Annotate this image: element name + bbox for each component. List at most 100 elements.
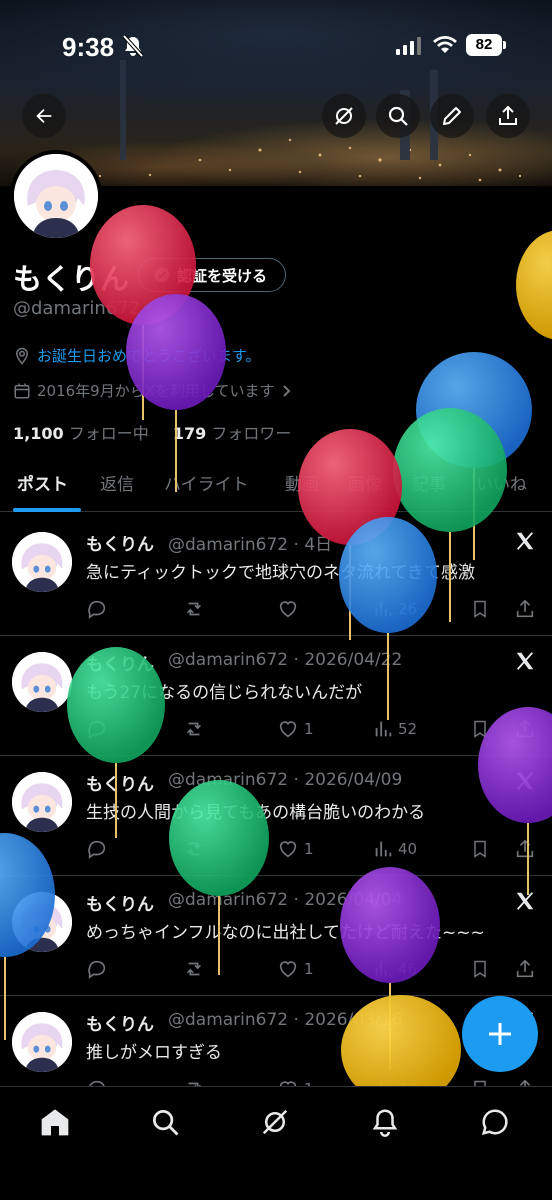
repost-button[interactable] (182, 958, 206, 980)
post-item[interactable]: もくりん @damarin672 · 4日 急にティックトックで地球穴のネタ流れてき… (0, 516, 552, 636)
tab-images[interactable]: 画像 (348, 470, 382, 495)
post-avatar[interactable] (12, 892, 72, 952)
reply-button[interactable] (86, 718, 108, 740)
edit-button[interactable] (430, 94, 474, 138)
compose-post-button[interactable] (462, 996, 538, 1072)
followers-link[interactable]: 179 フォロワー (173, 424, 292, 443)
views-button[interactable]: 52 (372, 718, 417, 740)
get-verified-label: 認証を受ける (177, 266, 268, 285)
reply-button[interactable] (86, 838, 108, 860)
post-author-name: もくりん (86, 895, 154, 915)
bookmark-button[interactable] (470, 598, 490, 620)
repost-icon (186, 722, 202, 736)
chat-bubble-icon (481, 1109, 508, 1136)
post-avatar[interactable] (12, 532, 72, 592)
like-count: 1 (304, 720, 314, 738)
reply-button[interactable] (86, 598, 108, 620)
bookmark-icon (474, 840, 486, 858)
like-button[interactable]: 1 (276, 718, 314, 740)
calendar-icon (14, 383, 30, 398)
like-count: 1 (304, 960, 314, 978)
like-button[interactable]: 1 (276, 838, 314, 860)
avatar-image (12, 652, 72, 712)
post-item[interactable]: もくりん @damarin672 · 2026/04/04 めっちゃインフルなのに出… (0, 876, 552, 996)
post-author-name: もくりん (86, 1015, 154, 1035)
post-item[interactable]: もくりん @damarin672 · 2026/04/09 生技の人間から見てもあの… (0, 756, 552, 876)
post-actions: 26 (86, 598, 546, 624)
nav-home[interactable] (38, 1105, 72, 1139)
repost-icon (186, 962, 202, 976)
views-button[interactable]: 26 (372, 598, 417, 620)
post-item[interactable]: もくりん @damarin672 · 2026/04/22 もう27になるの信じられ… (0, 636, 552, 756)
share-post-button[interactable] (514, 598, 536, 620)
repost-button[interactable] (182, 718, 206, 740)
tab-videos[interactable]: 動画 (285, 470, 319, 495)
tab-replies[interactable]: 返信 (100, 470, 134, 495)
post-avatar[interactable] (12, 1012, 72, 1072)
post-text: もう27になるの信じられないんだが (86, 683, 363, 703)
post-author-name: もくりん (86, 535, 154, 555)
view-count: 46 (398, 960, 418, 978)
nav-grok[interactable] (258, 1105, 292, 1139)
post-avatar[interactable] (12, 652, 72, 712)
search-icon (388, 106, 408, 126)
profile-handle: @damarin672 (13, 298, 141, 319)
following-count: 1,100 (13, 424, 64, 443)
view-count: 52 (398, 720, 418, 738)
repost-button[interactable] (182, 838, 206, 860)
battery-indicator: 82 (466, 34, 506, 56)
avatar-image (14, 154, 98, 238)
plus-icon (489, 1023, 511, 1045)
home-icon (41, 1109, 69, 1136)
following-link[interactable]: 1,100 フォロー中 (13, 424, 149, 443)
following-label: フォロー中 (68, 424, 149, 443)
nav-notifications[interactable] (368, 1105, 402, 1139)
wifi-icon (433, 36, 457, 53)
share-post-button[interactable] (514, 718, 536, 740)
bookmark-button[interactable] (470, 958, 490, 980)
joined-row[interactable]: 2016年9月からXを利用しています (13, 380, 293, 401)
bookmark-button[interactable] (470, 718, 490, 740)
heart-icon (279, 601, 297, 618)
share-icon (516, 599, 534, 618)
repost-button[interactable] (182, 598, 206, 620)
like-button[interactable] (276, 598, 304, 620)
reply-icon (88, 720, 106, 739)
tab-articles[interactable]: 記事 (412, 470, 446, 495)
bookmark-icon (474, 600, 486, 618)
views-chart-icon (375, 841, 392, 857)
avatar-image (12, 1012, 72, 1072)
profile-avatar[interactable] (10, 150, 102, 242)
reply-icon (88, 840, 106, 859)
post-actions: 1 46 (86, 958, 546, 984)
grok-button[interactable] (322, 94, 366, 138)
bookmark-button[interactable] (470, 838, 490, 860)
get-verified-button[interactable]: 認証を受ける (138, 258, 287, 292)
views-button[interactable]: 40 (372, 838, 417, 860)
share-icon (516, 719, 534, 738)
share-post-button[interactable] (514, 838, 536, 860)
share-button[interactable] (486, 94, 530, 138)
tab-highlights[interactable]: ハイライト (164, 470, 249, 495)
follow-stats: 1,100 フォロー中 179 フォロワー (13, 420, 291, 444)
search-button[interactable] (376, 94, 420, 138)
post-avatar[interactable] (12, 772, 72, 832)
share-post-button[interactable] (514, 958, 536, 980)
back-button[interactable] (22, 94, 66, 138)
verified-badge-icon (154, 267, 170, 283)
birthday-row: お誕生日おめでとうございます。 (13, 345, 261, 366)
x-logo-icon (516, 892, 534, 910)
nav-messages[interactable] (478, 1105, 512, 1139)
post-text: 生技の人間から見てもあの構台脆いのわかる (86, 803, 426, 823)
share-icon (499, 105, 517, 125)
chevron-right-icon (282, 384, 290, 397)
views-button[interactable]: 46 (372, 958, 417, 980)
like-button[interactable]: 1 (276, 958, 314, 980)
reply-button[interactable] (86, 958, 108, 980)
share-icon (516, 959, 534, 978)
nav-search[interactable] (148, 1105, 182, 1139)
grok-icon (262, 1109, 288, 1135)
post-author-name: もくりん (86, 775, 154, 795)
tab-posts[interactable]: ポスト (17, 470, 68, 495)
tab-likes[interactable]: いいね (476, 470, 527, 495)
